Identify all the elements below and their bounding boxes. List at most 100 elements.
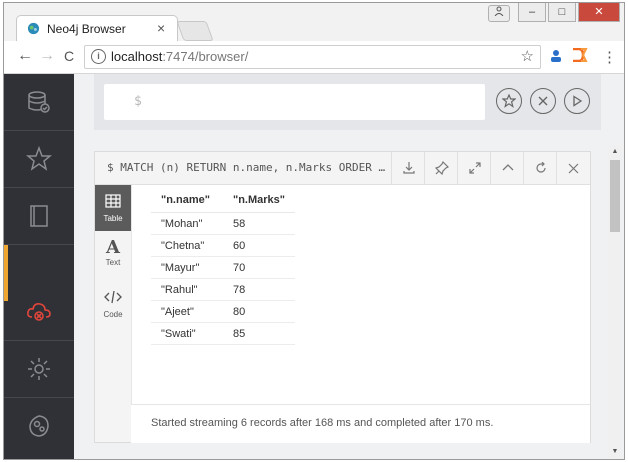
sidebar <box>4 74 74 459</box>
tab-title: Neo4j Browser <box>47 22 126 36</box>
pin-button[interactable] <box>424 152 458 184</box>
column-header-name: "n.name" <box>151 190 223 213</box>
tab-code[interactable]: Code <box>95 281 131 327</box>
rerun-button[interactable] <box>523 152 557 184</box>
view-tabs: Table A Text Code <box>95 185 132 442</box>
table-cell: "Mayur" <box>151 256 223 279</box>
table-row: "Rahul" 78 <box>151 278 296 301</box>
result-table-container: "n.name" "n.Marks" "Mohan" 58 "Chetna" 60 … <box>151 190 296 345</box>
refresh-icon <box>535 162 546 173</box>
maximize-button[interactable]: □ <box>548 3 576 22</box>
minimize-button[interactable]: – <box>518 3 546 22</box>
sidebar-about-button[interactable] <box>4 398 74 454</box>
table-cell: "Chetna" <box>151 234 223 257</box>
tab-table[interactable]: Table <box>95 185 131 231</box>
run-query-button[interactable] <box>564 88 590 114</box>
page-scrollbar[interactable]: ▲ ▼ <box>608 146 622 458</box>
star-icon <box>26 146 52 171</box>
status-text: Started streaming 6 records after 168 ms… <box>151 417 494 429</box>
sidebar-cloud-button[interactable] <box>4 284 74 341</box>
download-icon <box>402 162 415 174</box>
browser-window: Neo4j Browser × – □ ✕ ← → C i localhost:… <box>3 2 625 460</box>
clear-query-button[interactable] <box>530 88 556 114</box>
frame-command[interactable]: $ MATCH (n) RETURN n.name, n.Marks ORDER… <box>107 161 385 174</box>
tab-text-label: Text <box>105 258 121 267</box>
scroll-down-arrow-icon[interactable]: ▼ <box>608 446 622 458</box>
back-button[interactable]: ← <box>16 47 34 65</box>
pin-icon <box>434 161 449 175</box>
sidebar-favorites-button[interactable] <box>4 131 74 188</box>
reload-button[interactable]: C <box>60 48 78 64</box>
neo4j-app: $ $ MATCH (n) RETURN n.name, n.Marks ORD… <box>4 74 624 459</box>
frame-status-bar: Started streaming 6 records after 168 ms… <box>131 404 590 443</box>
frame-header: $ MATCH (n) RETURN n.name, n.Marks ORDER… <box>95 152 590 185</box>
browser-tab[interactable]: Neo4j Browser × <box>16 15 178 42</box>
result-table: "n.name" "n.Marks" "Mohan" 58 "Chetna" 60 … <box>151 190 296 345</box>
bookmark-star-icon[interactable]: ☆ <box>521 47 534 65</box>
url-path: :7474/browser/ <box>162 49 249 64</box>
column-header-marks: "n.Marks" <box>223 190 296 213</box>
neo4j-logo-icon <box>29 415 49 437</box>
close-window-button[interactable]: ✕ <box>578 3 620 22</box>
profile-icon[interactable] <box>488 5 510 22</box>
result-frame: $ MATCH (n) RETURN n.name, n.Marks ORDER… <box>94 151 591 443</box>
new-tab-button[interactable] <box>176 21 214 41</box>
close-circle-icon <box>538 96 548 106</box>
table-cell: 80 <box>223 300 296 323</box>
url-text: localhost:7474/browser/ <box>111 49 248 64</box>
table-header-row: "n.name" "n.Marks" <box>151 190 296 213</box>
table-cell: "Mohan" <box>151 212 223 235</box>
gear-icon <box>28 358 50 380</box>
expand-icon <box>468 162 481 174</box>
extension-user-icon[interactable] <box>549 49 563 63</box>
table-cell: 78 <box>223 278 296 301</box>
info-icon[interactable]: i <box>91 49 106 64</box>
collapse-button[interactable] <box>490 152 524 184</box>
tab-close-button[interactable]: × <box>157 20 165 36</box>
browser-toolbar: ← → C i localhost:7474/browser/ ☆ ⋮ <box>4 41 624 74</box>
tab-code-label: Code <box>103 310 123 319</box>
sidebar-database-button[interactable] <box>4 74 74 131</box>
scroll-up-arrow-icon[interactable]: ▲ <box>608 146 622 158</box>
close-icon <box>568 163 579 173</box>
tab-text[interactable]: A Text <box>95 233 131 279</box>
query-editor-input[interactable]: $ <box>104 84 485 120</box>
download-button[interactable] <box>391 152 425 184</box>
table-row: "Chetna" 60 <box>151 234 296 257</box>
table-row: "Mohan" 58 <box>151 212 296 235</box>
table-cell: "Ajeet" <box>151 300 223 323</box>
query-editor-bar: $ <box>94 74 601 130</box>
code-icon <box>104 290 122 304</box>
address-bar[interactable]: i localhost:7474/browser/ ☆ <box>84 45 541 69</box>
window-controls: – □ ✕ <box>488 3 620 22</box>
url-host: localhost <box>111 49 163 64</box>
sidebar-documents-button[interactable] <box>4 188 74 245</box>
table-cell: "Swati" <box>151 322 223 345</box>
table-cell: "Rahul" <box>151 278 223 301</box>
play-icon <box>573 95 583 107</box>
editor-prompt: $ <box>134 94 142 109</box>
forward-button[interactable]: → <box>38 47 56 65</box>
table-cell: 85 <box>223 322 296 345</box>
extension-d3-icon[interactable] <box>572 47 588 64</box>
table-icon <box>105 194 121 208</box>
tab-table-label: Table <box>103 214 123 223</box>
expand-button[interactable] <box>457 152 491 184</box>
table-cell: 58 <box>223 212 296 235</box>
favorite-query-button[interactable] <box>496 88 522 114</box>
tab-strip: Neo4j Browser × – □ ✕ <box>4 3 624 42</box>
book-icon <box>30 205 48 227</box>
text-icon: A <box>106 237 120 258</box>
neo4j-favicon-icon <box>27 22 40 35</box>
close-frame-button[interactable] <box>556 152 590 184</box>
table-cell: 70 <box>223 256 296 279</box>
table-row: "Swati" 85 <box>151 322 296 345</box>
sidebar-settings-button[interactable] <box>4 341 74 398</box>
table-row: "Mayur" 70 <box>151 256 296 279</box>
star-outline-icon <box>502 94 516 108</box>
table-row: "Ajeet" 80 <box>151 300 296 323</box>
chevron-up-icon <box>502 164 513 171</box>
browser-menu-button[interactable]: ⋮ <box>602 48 617 66</box>
table-cell: 60 <box>223 234 296 257</box>
scrollbar-thumb[interactable] <box>610 160 620 232</box>
